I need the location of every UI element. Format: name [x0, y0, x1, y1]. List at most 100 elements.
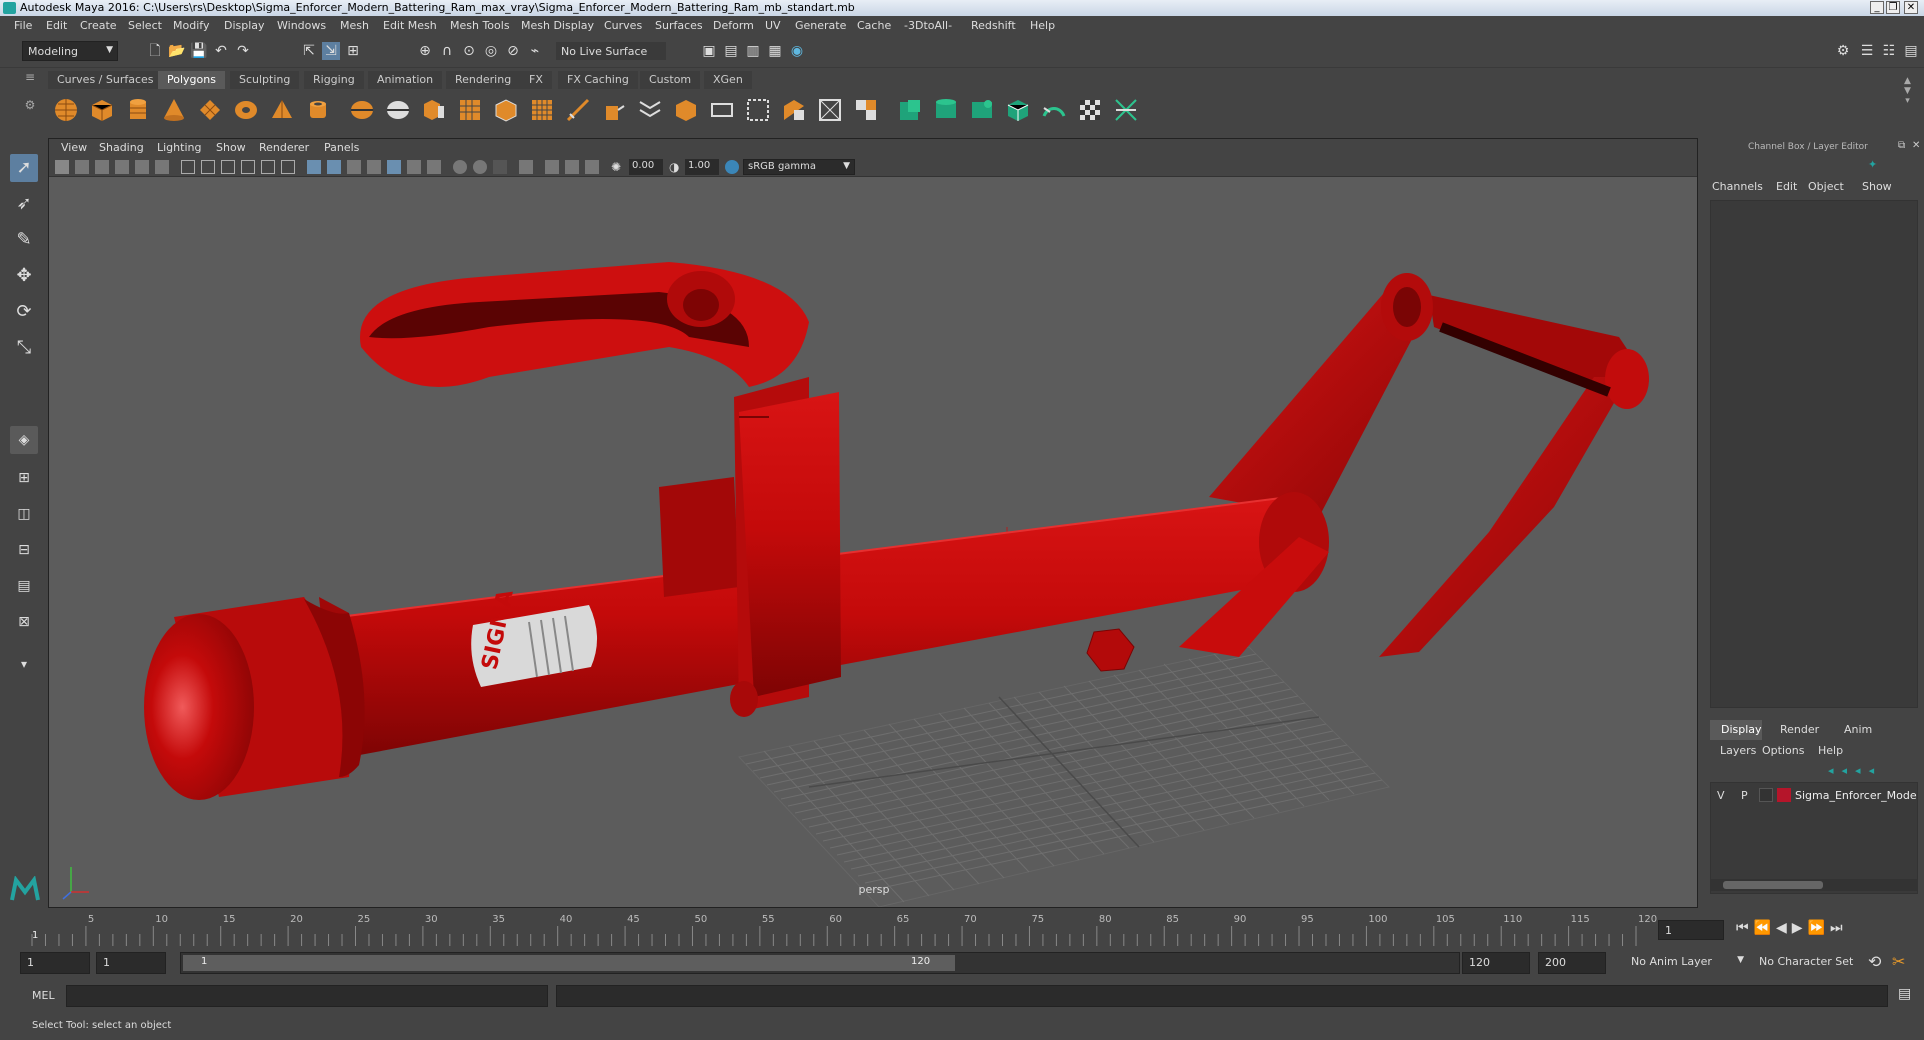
persp-graph-layout-icon[interactable]: ⊟	[10, 536, 38, 564]
layer-menu-help[interactable]: Help	[1818, 744, 1843, 757]
menu-windows[interactable]: Windows	[277, 19, 326, 32]
uv-unfold-icon[interactable]	[1040, 96, 1068, 124]
xray-active-icon[interactable]	[565, 160, 579, 174]
open-scene-icon[interactable]: 📂	[168, 42, 186, 60]
render-view-icon[interactable]: ◉	[788, 42, 806, 60]
wireframe-icon[interactable]	[307, 160, 321, 174]
poly-cone-icon[interactable]	[160, 96, 188, 124]
gate-mask-icon[interactable]	[241, 160, 255, 174]
menu-redshift[interactable]: Redshift	[971, 19, 1016, 32]
lock-camera-icon[interactable]	[75, 160, 89, 174]
menu-file[interactable]: File	[14, 19, 32, 32]
persp-outliner-layout-icon[interactable]: ▤	[10, 572, 38, 600]
single-view-layout-icon[interactable]: ◈	[10, 426, 38, 454]
color-management-icon[interactable]	[725, 160, 739, 174]
poly-pyramid-icon[interactable]	[268, 96, 296, 124]
side-by-side-layout-icon[interactable]: ◫	[10, 500, 38, 528]
menu-mesh-tools[interactable]: Mesh Tools	[450, 19, 510, 32]
tab-fx[interactable]: FX	[520, 71, 552, 89]
merge-icon[interactable]	[816, 96, 844, 124]
menu-mesh-display[interactable]: Mesh Display	[521, 19, 594, 32]
layer-scrollbar-thumb[interactable]	[1723, 881, 1823, 889]
layer-action-icons[interactable]: ◂◂◂◂	[1828, 764, 1882, 777]
combine-icon[interactable]	[348, 96, 376, 124]
uv-checker-icon[interactable]	[1076, 96, 1104, 124]
snap-view-icon[interactable]: ◎	[482, 42, 500, 60]
poly-torus-icon[interactable]	[232, 96, 260, 124]
exposure-icon[interactable]: ✺	[611, 160, 625, 174]
snap-grid-icon[interactable]: ⊕	[416, 42, 434, 60]
layer-menu-options[interactable]: Options	[1762, 744, 1804, 757]
safe-action-icon[interactable]	[281, 160, 295, 174]
rotate-tool-icon[interactable]: ⟳	[10, 298, 38, 326]
layer-color-swatch[interactable]	[1777, 788, 1791, 802]
menu-mesh[interactable]: Mesh	[340, 19, 369, 32]
end-time-field[interactable]: 200	[1538, 952, 1606, 974]
close-panel-icon[interactable]: ✕	[1912, 140, 1920, 151]
uv-automatic-icon[interactable]	[1004, 96, 1032, 124]
grease-pencil-icon[interactable]	[155, 160, 169, 174]
tab-animation[interactable]: Animation	[368, 71, 443, 89]
time-slider[interactable]: 1 5 10 15 20 25 30 35 40 45 50 55 60 65 70 75 80 85 90 95 1…	[0, 912, 1924, 948]
poly-plane-icon[interactable]	[196, 96, 224, 124]
select-object-icon[interactable]: ⇲	[322, 42, 340, 60]
exposure-field[interactable]: 0.00	[629, 159, 663, 175]
ambient-occlusion-icon[interactable]	[453, 160, 467, 174]
insert-edge-icon[interactable]	[744, 96, 772, 124]
anti-aliasing-icon[interactable]	[493, 160, 507, 174]
resolution-gate-icon[interactable]	[221, 160, 235, 174]
film-gate-icon[interactable]	[201, 160, 215, 174]
hypershade-icon[interactable]: ▦	[766, 42, 784, 60]
menu-edit[interactable]: Edit	[46, 19, 67, 32]
isolate-select-icon[interactable]	[519, 160, 533, 174]
range-slider-handle[interactable]	[183, 955, 955, 971]
minimize-button[interactable]: _	[1870, 1, 1884, 14]
vp-menu-show[interactable]: Show	[216, 141, 246, 154]
color-space-dropdown[interactable]: sRGB gamma ▼	[743, 159, 855, 175]
menu-uv[interactable]: UV	[765, 19, 781, 32]
start-time-field[interactable]: 1	[20, 952, 90, 974]
playback-start-field[interactable]: 1	[96, 952, 166, 974]
vp-menu-view[interactable]: View	[61, 141, 87, 154]
anim-layer-dropdown[interactable]: No Anim Layer ▼	[1626, 952, 1748, 974]
current-frame-field[interactable]: 1	[1658, 920, 1724, 940]
anim-prefs-icon[interactable]: ✂	[1892, 952, 1905, 971]
vp-menu-shading[interactable]: Shading	[99, 141, 144, 154]
shadows-icon[interactable]	[427, 160, 441, 174]
select-camera-icon[interactable]	[55, 160, 69, 174]
cb-menu-object[interactable]: Object	[1808, 180, 1844, 193]
tab-sculpting[interactable]: Sculpting	[230, 71, 300, 89]
move-tool-icon[interactable]: ✥	[10, 262, 38, 290]
layer-type-toggle[interactable]	[1759, 788, 1773, 802]
multi-cut-icon[interactable]	[564, 96, 592, 124]
shelf-scroll-icon[interactable]: ▲ ▼ ▾	[1904, 76, 1911, 106]
use-all-lights-icon[interactable]	[407, 160, 421, 174]
redo-icon[interactable]: ↷	[234, 42, 252, 60]
tab-rendering[interactable]: Rendering	[446, 71, 521, 89]
menu-generate[interactable]: Generate	[795, 19, 846, 32]
undo-icon[interactable]: ↶	[212, 42, 230, 60]
character-set-dropdown[interactable]: No Character Set	[1754, 952, 1864, 974]
tool-settings-icon[interactable]: ☷	[1880, 42, 1898, 60]
restore-button[interactable]: ❐	[1886, 1, 1900, 14]
poly-cube-icon[interactable]	[88, 96, 116, 124]
cb-menu-show[interactable]: Show	[1862, 180, 1892, 193]
snap-curve-icon[interactable]: ∩	[438, 42, 456, 60]
layer-tab-anim[interactable]: Anim	[1844, 723, 1872, 736]
append-icon[interactable]	[708, 96, 736, 124]
cb-menu-edit[interactable]: Edit	[1776, 180, 1797, 193]
bridge-icon[interactable]	[636, 96, 664, 124]
extract-icon[interactable]	[420, 96, 448, 124]
four-view-layout-icon[interactable]: ⊞	[10, 464, 38, 492]
menu-3dtoall[interactable]: -3DtoAll-	[904, 19, 952, 32]
menu-cache[interactable]: Cache	[857, 19, 891, 32]
uv-planar-icon[interactable]	[896, 96, 924, 124]
tab-rigging[interactable]: Rigging	[304, 71, 364, 89]
mirror-icon[interactable]	[528, 96, 556, 124]
smooth-icon[interactable]	[456, 96, 484, 124]
live-surface-field[interactable]: No Live Surface	[556, 42, 666, 60]
collapse-icon[interactable]	[852, 96, 880, 124]
menu-edit-mesh[interactable]: Edit Mesh	[383, 19, 437, 32]
gamma-icon[interactable]: ◑	[669, 160, 683, 174]
menu-display[interactable]: Display	[224, 19, 265, 32]
